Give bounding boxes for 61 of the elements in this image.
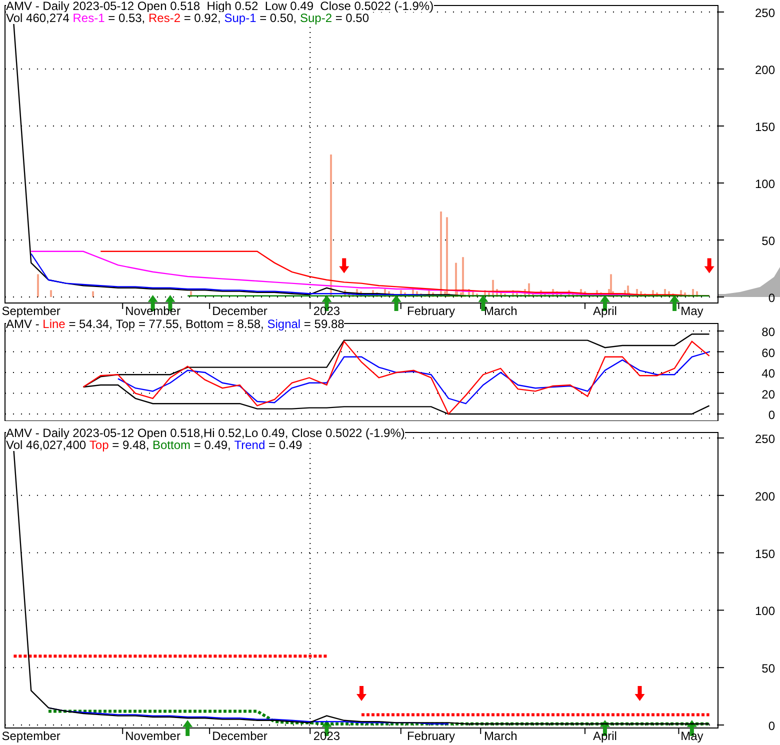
legend-value: = 0.50 <box>332 12 370 24</box>
legend-label: Bottom <box>186 318 224 330</box>
month-label: March <box>484 729 518 743</box>
axis-label: 20 <box>762 387 775 402</box>
axis-label: 80 <box>762 325 775 339</box>
legend-label: Sup-2 <box>300 12 332 24</box>
month-label: April <box>592 304 617 318</box>
chart-title: AMV - Daily 2023-05-12 Open 0.518,Hi 0.52,Lo 0.49, Close 0.5022 (-1.9%) <box>6 427 405 439</box>
month-label: April <box>592 729 617 743</box>
axis-label: 100 <box>754 177 775 191</box>
legend-label: Line <box>42 318 66 330</box>
month-label: December <box>212 304 268 318</box>
axis-label: 50 <box>762 662 775 676</box>
up-arrow-icon <box>182 720 193 736</box>
axis-label: 60 <box>762 346 775 360</box>
volume-text: Vol 460,274 <box>6 12 73 24</box>
month-label: February <box>407 729 456 743</box>
month-label: 2023 <box>313 729 340 743</box>
month-label: May <box>680 304 704 318</box>
legend-label: Top <box>116 318 136 330</box>
legend-value: = 54.34, <box>65 318 116 330</box>
axis-label: 50 <box>762 234 775 248</box>
month-label: September <box>2 304 60 318</box>
axis-label: 150 <box>754 120 775 134</box>
chart-title: AMV - Daily 2023-05-12 Open 0.518 High 0.52 Low 0.49 Close 0.5022 (-1.9%) <box>6 0 434 12</box>
axis-label: 40 <box>762 366 775 380</box>
down-arrow-icon <box>704 258 714 274</box>
legend-label: Sup-1 <box>224 12 256 24</box>
month-label: May <box>680 729 704 743</box>
month-label: December <box>212 729 268 743</box>
axis-label: 200 <box>754 489 775 504</box>
legend-label: Res-2 <box>148 12 180 24</box>
axis-label: 250 <box>754 432 775 446</box>
down-arrow-icon <box>356 686 366 702</box>
up-arrow-icon <box>670 295 680 311</box>
legend-label: Top <box>89 439 109 451</box>
legend-label: Bottom <box>152 439 191 451</box>
legend-value: = 77.55, <box>135 318 186 330</box>
legend-value: = 0.92, <box>180 12 224 24</box>
axis-label: 150 <box>754 546 775 561</box>
chart-title: AMV - <box>6 318 43 330</box>
legend-value: = 8.58, <box>224 318 268 330</box>
legend-label: Res-1 <box>72 12 105 24</box>
axis-label: 200 <box>754 63 775 77</box>
axis-label: 0 <box>768 719 775 733</box>
down-arrow-icon <box>634 686 645 702</box>
legend-label: Signal <box>267 318 301 330</box>
month-label: 2023 <box>313 304 340 318</box>
axis-label: 0 <box>768 291 775 305</box>
up-arrow-icon <box>391 295 402 311</box>
legend-label: Trend <box>234 439 266 451</box>
month-label: February <box>407 304 456 318</box>
month-label: September <box>2 729 60 743</box>
axis-label: 0 <box>768 408 775 421</box>
legend-value: = 59.88 <box>300 318 344 330</box>
month-label: March <box>484 304 518 318</box>
axis-label: 100 <box>754 604 775 618</box>
month-label: November <box>125 304 180 318</box>
down-arrow-icon <box>339 258 350 274</box>
month-label: November <box>125 729 180 743</box>
axis-label: 250 <box>754 6 775 20</box>
